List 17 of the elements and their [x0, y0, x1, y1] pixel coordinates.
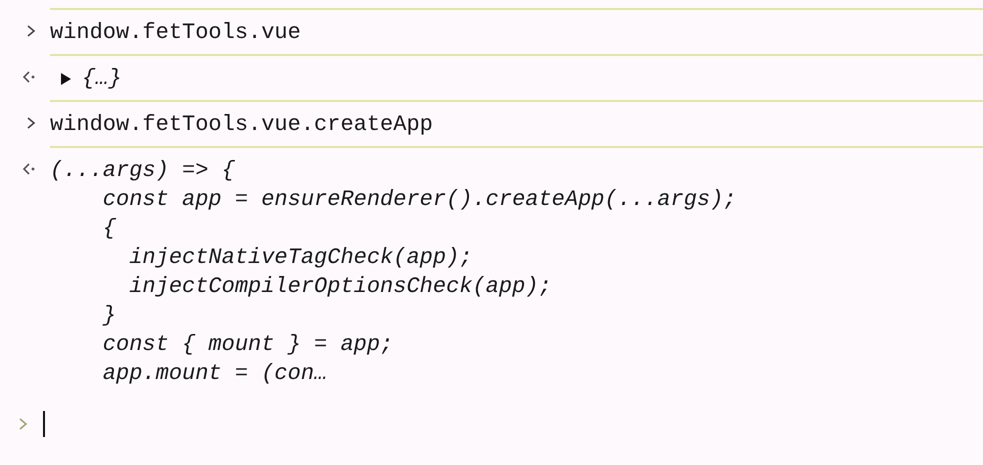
object-preview: {…} — [82, 65, 122, 93]
input-prompt-icon — [26, 116, 36, 130]
code-line: injectCompilerOptionsCheck(app); — [128, 273, 553, 301]
input-prompt-icon — [26, 24, 36, 38]
code-line: app.mount = (con… — [102, 360, 328, 388]
code-line: { — [102, 215, 118, 243]
code-line: (...args) => { — [50, 157, 236, 185]
code-line: const app = ensureRenderer().createApp(...args); — [102, 186, 738, 214]
code-line: injectNativeTagCheck(app); — [128, 244, 474, 272]
result-arrow-icon — [22, 162, 36, 176]
command-text: window.fetTools.vue.createApp — [50, 111, 433, 139]
expand-toggle-icon[interactable] — [60, 72, 72, 86]
code-line: } — [102, 302, 118, 330]
result-arrow-icon — [22, 70, 36, 84]
code-line: const { mount } = app; — [102, 331, 394, 359]
console-prompt-icon — [18, 416, 28, 430]
command-text: window.fetTools.vue — [50, 19, 301, 47]
